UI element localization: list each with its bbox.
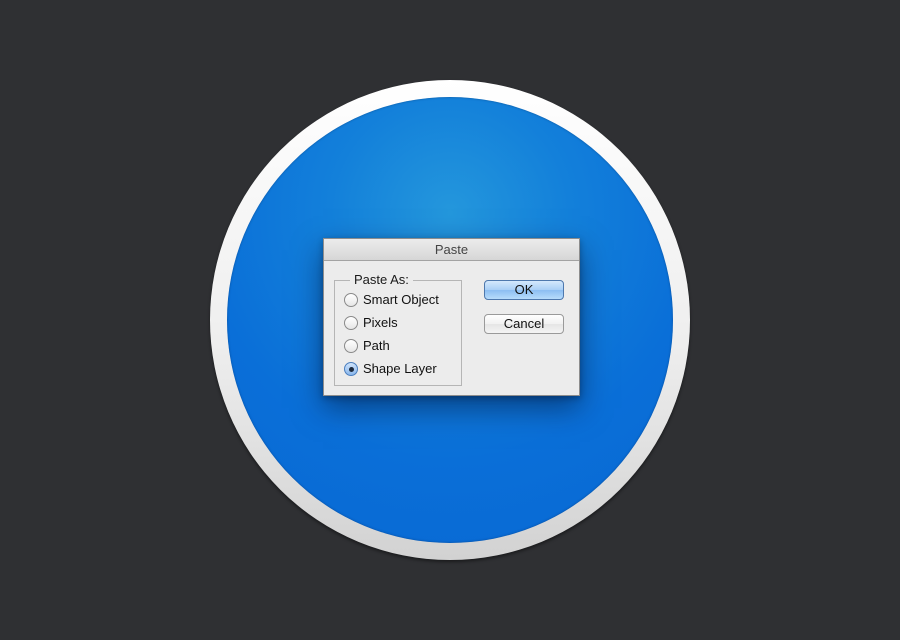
radio-button-selected[interactable]: [344, 362, 358, 376]
paste-dialog: Paste Paste As: Smart Object Pixels Path…: [323, 238, 580, 396]
option-label: Path: [363, 338, 390, 353]
dialog-title: Paste: [324, 239, 579, 261]
option-shape-layer[interactable]: Shape Layer: [344, 360, 437, 378]
option-path[interactable]: Path: [344, 337, 390, 355]
cancel-button[interactable]: Cancel: [484, 314, 564, 334]
option-label: Shape Layer: [363, 361, 437, 376]
option-smart-object[interactable]: Smart Object: [344, 291, 439, 309]
radio-button[interactable]: [344, 293, 358, 307]
ok-button[interactable]: OK: [484, 280, 564, 300]
radio-button[interactable]: [344, 339, 358, 353]
radio-dot-icon: [348, 366, 354, 372]
option-label: Pixels: [363, 315, 398, 330]
option-pixels[interactable]: Pixels: [344, 314, 398, 332]
paste-as-label: Paste As:: [350, 272, 413, 287]
radio-button[interactable]: [344, 316, 358, 330]
option-label: Smart Object: [363, 292, 439, 307]
